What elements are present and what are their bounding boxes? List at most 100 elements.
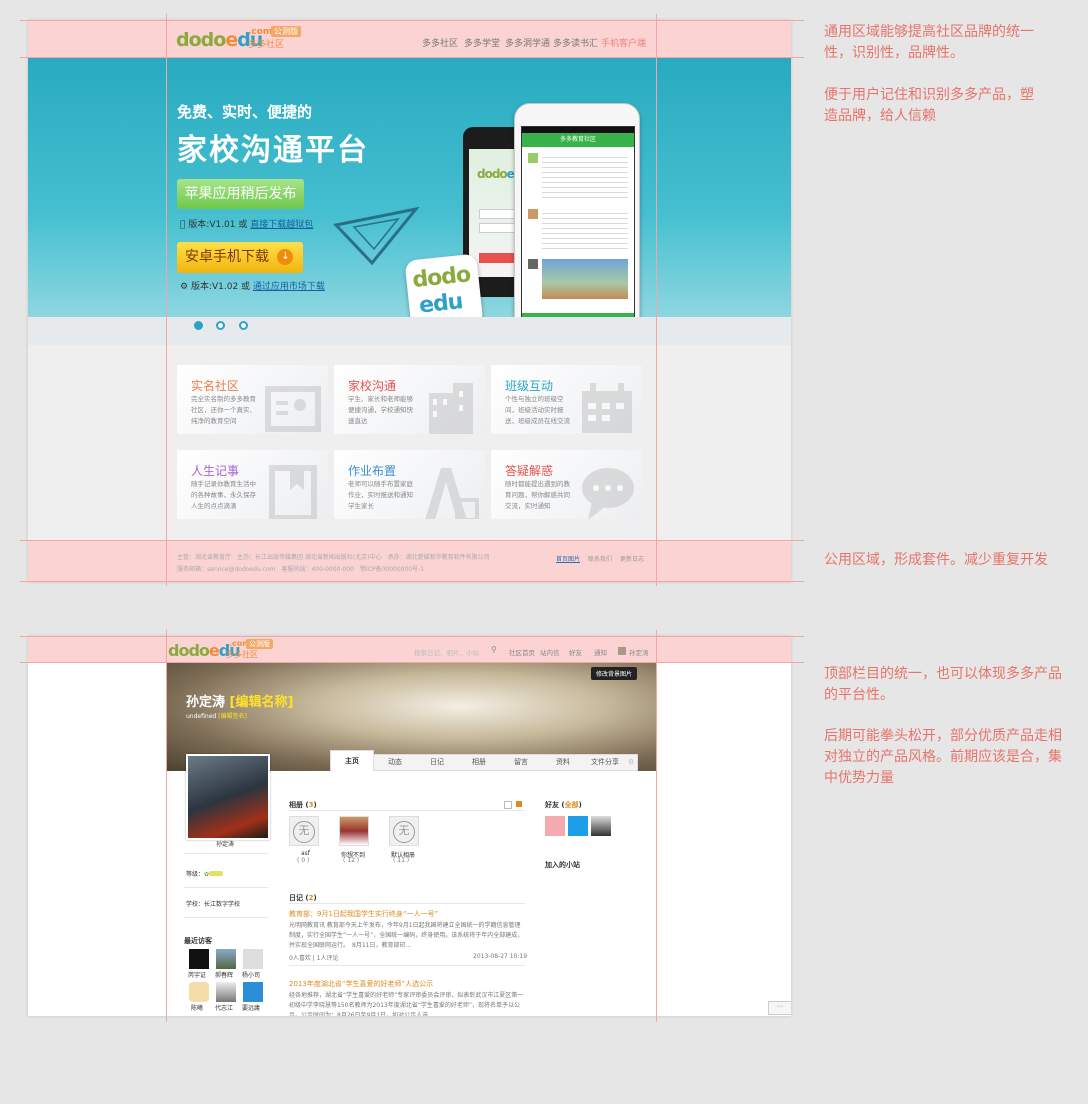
tabs-settings-icon[interactable]: ⚙ (625, 755, 637, 770)
guide-left-2 (166, 630, 167, 1022)
feature-card-title: 作业布置 (348, 464, 397, 478)
tab-album[interactable]: 相册 (459, 755, 499, 770)
visitor-avatar-4[interactable] (189, 982, 209, 1002)
tab-activity[interactable]: 动态 (375, 755, 415, 770)
divider (184, 887, 268, 888)
edit-signature-link[interactable]: [编辑签名] (218, 713, 247, 720)
carousel-dot-2[interactable] (216, 321, 225, 330)
joined-stations-title: 加入的小站 (545, 861, 580, 869)
feature-card-title: 班级互动 (505, 379, 554, 393)
album-cover-asf[interactable]: 无 (289, 816, 319, 846)
feature-card-desc: 随时都能提出遇到的教育问题，帮你解惑共同交流，实时通知 (505, 480, 570, 510)
nav-item-reading[interactable]: 多多读书汇 (553, 36, 598, 49)
friend-avatar-1[interactable] (545, 816, 565, 836)
friends-all-link[interactable]: 全部 (565, 801, 579, 809)
signature-text: undefined (186, 713, 217, 720)
profile-name: 孙定涛 [编辑名称] (186, 691, 293, 710)
feature-card-life-notes[interactable]: 人生记事 随手记录你教育生活中的各种故事，永久保存人生的点点滴滴 (177, 450, 328, 519)
school-value: 长江数字学校 (204, 901, 241, 908)
tab-profile-info[interactable]: 资料 (543, 755, 583, 770)
visitor-avatar-2[interactable] (216, 949, 236, 969)
nav-friends[interactable]: 好友 (569, 647, 582, 657)
logo-com: .com (248, 27, 273, 37)
friend-avatar-3[interactable] (591, 816, 611, 836)
album-cover-surprise[interactable] (339, 816, 369, 846)
search-input[interactable]: 搜索日记、相片、小站 (414, 647, 479, 657)
post-title-1[interactable]: 教育部：9月1日起我国学生实行终身“一人一号” (289, 909, 438, 919)
guide-header-bottom-1 (20, 57, 804, 58)
logo-subtitle: 多多社区 (248, 40, 285, 50)
search-icon[interactable]: ⚲ (491, 645, 497, 654)
app-market-link[interactable]: 通过应用市场下载 (253, 282, 325, 292)
album-grid-view-icon[interactable] (504, 801, 512, 809)
note-brand-unity: 通用区域能够提高社区品牌的统一性，识别性，品牌性。 (824, 24, 1034, 61)
note-common-footer: 公用区域，形成套件。减少重复开发 (824, 552, 1048, 568)
friend-avatar-2[interactable] (568, 816, 588, 836)
visitor-avatar-3[interactable] (243, 949, 263, 969)
footer-link-home-images[interactable]: 首页图片 (556, 554, 580, 563)
more-options-icon[interactable]: ⋯ (768, 1001, 791, 1015)
level-row: 等级：✿ (186, 869, 224, 878)
feature-card-homework[interactable]: 作业布置 老师可以随手布置家庭作业，实时报送和通知学生家长 (334, 450, 485, 519)
friends-section-title: 好友 (全部) (545, 801, 582, 809)
carousel-band (28, 317, 791, 345)
nav-item-xuetong[interactable]: 多多洞学通 (505, 36, 550, 49)
feature-card-desc: 老师可以随手布置家庭作业，实时报送和通知学生家长 (348, 480, 413, 510)
feature-card-desc: 随手记录你教育生活中的各种故事，永久保存人生的点点滴滴 (191, 480, 256, 510)
nav-item-mobile-client[interactable]: 手机客户端 (601, 36, 646, 49)
visitor-name-5[interactable]: 代志江 (215, 1003, 233, 1012)
profile-avatar[interactable] (186, 754, 270, 840)
no-cover-icon: 无 (293, 821, 315, 843)
nav-user-menu[interactable]: 孙定涛 (629, 647, 649, 657)
divider (289, 810, 525, 811)
feature-card-class[interactable]: 班级互动 个性与独立的班级空间，班级活动实时报送，班级成员在线交流 (491, 365, 642, 434)
diary-count: 2 (308, 894, 314, 902)
visitor-name-1[interactable]: 芮宇证 (188, 970, 206, 979)
visitor-avatar-6[interactable] (243, 982, 263, 1002)
feed-photo (542, 259, 628, 299)
footer-link-changelog[interactable]: 更新日志 (620, 554, 644, 563)
feature-card-qa[interactable]: 答疑解惑 随时都能提出遇到的教育问题，帮你解惑共同交流，实时通知 (491, 450, 642, 519)
nav-community-home[interactable]: 社区首页 (509, 647, 535, 657)
visitor-avatar-5[interactable] (216, 982, 236, 1002)
album-count-2: ( 12 ) (343, 857, 360, 864)
feed-avatar-3 (528, 259, 538, 269)
post-meta-1[interactable]: 0人喜欢 | 1人评论 (289, 953, 338, 962)
jailbreak-download-link[interactable]: 直接下载越狱包 (250, 220, 313, 230)
chat-bubble-icon (582, 468, 634, 519)
nav-notifications[interactable]: 通知 (594, 647, 607, 657)
note-product-strategy: 后期可能拳头松开，部分优质产品走相对独立的产品风格。前期应该是合，集中优势力量 (824, 728, 1062, 786)
divider (184, 917, 268, 918)
guide-top-1 (20, 20, 804, 21)
feature-card-realname[interactable]: 实名社区 完全实名制的多多教育社区，还你一个真实、纯净的教育空间 (177, 365, 328, 434)
ios-download-button[interactable]: 苹果应用稍后发布 (177, 179, 304, 209)
carousel-dot-3[interactable] (239, 321, 248, 330)
change-cover-button[interactable]: 修改背景图片 (591, 667, 638, 680)
ios-version-text: 版本:V1.01 或 (180, 220, 247, 230)
album-list-view-icon[interactable] (516, 801, 522, 807)
footer-link-contact[interactable]: 联系我们 (588, 554, 612, 563)
visitor-name-3[interactable]: 杨小司 (242, 970, 260, 979)
edit-name-link[interactable]: [编辑名称] (230, 695, 294, 710)
visitor-name-4[interactable]: 陈曦 (191, 1003, 203, 1012)
guide-top-2 (20, 636, 804, 637)
tab-diary[interactable]: 日记 (417, 755, 457, 770)
android-download-button[interactable]: 安卓手机下载 ↓ (177, 242, 303, 273)
album-count-1: ( 0 ) (297, 857, 310, 864)
nav-item-community[interactable]: 多多社区 (422, 36, 458, 49)
carousel-dot-1[interactable] (194, 321, 203, 330)
nav-item-school[interactable]: 多多学堂 (464, 36, 500, 49)
album-name-1[interactable]: asf (301, 850, 310, 857)
tab-home[interactable]: 主页 (330, 750, 374, 771)
nav-messages[interactable]: 站内信 (540, 647, 560, 657)
feature-card-home-school[interactable]: 家校沟通 学生、家长和老师能够便捷沟通，学校通知快速直达 (334, 365, 485, 434)
post-title-2[interactable]: 2013年度湖北省“学生喜爱的好老师”人选公示 (289, 979, 433, 989)
visitor-name-2[interactable]: 郝春辉 (215, 970, 233, 979)
logo-part-e: e (225, 29, 238, 51)
tab-file-share[interactable]: 文件分享 (585, 755, 625, 770)
android-button-label: 安卓手机下载 (185, 249, 269, 265)
visitor-name-6[interactable]: 要远庸 (242, 1003, 260, 1012)
tab-guestbook[interactable]: 留言 (501, 755, 541, 770)
album-cover-default[interactable]: 无 (389, 816, 419, 846)
visitor-avatar-1[interactable] (189, 949, 209, 969)
